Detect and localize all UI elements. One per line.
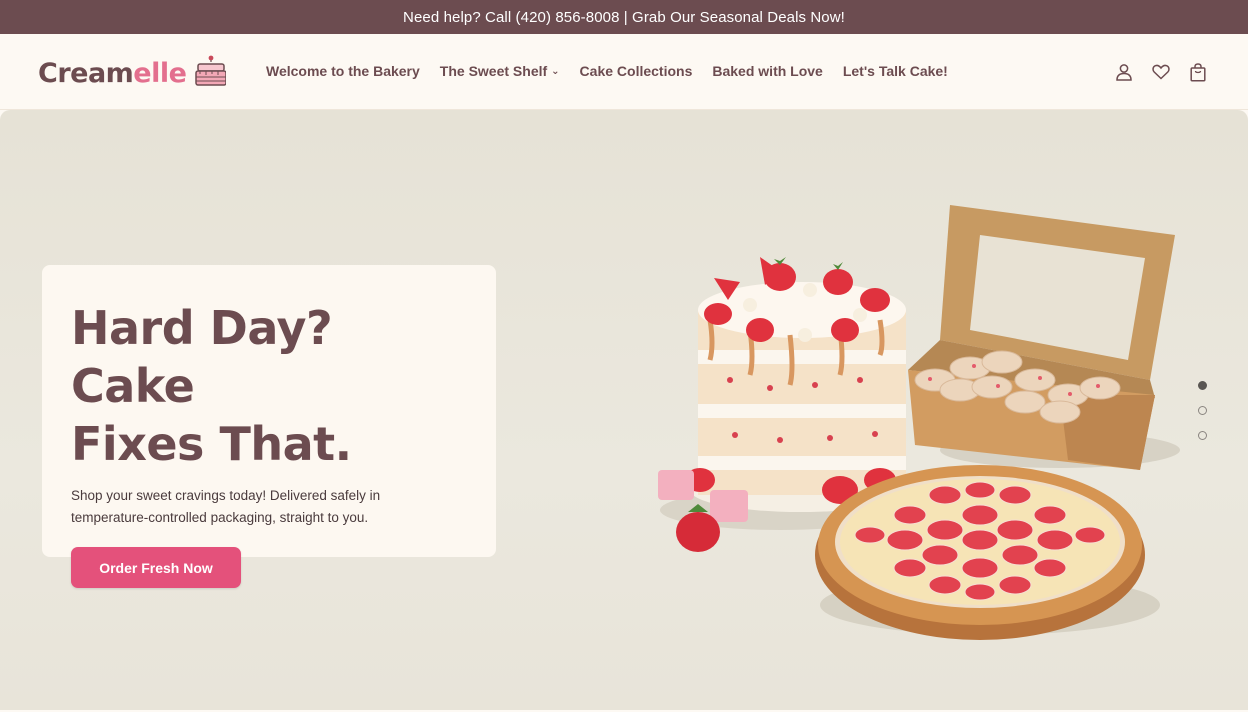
nav-item-welcome[interactable]: Welcome to the Bakery bbox=[266, 63, 420, 79]
cart-bag-icon[interactable] bbox=[1188, 62, 1208, 82]
announcement-bar: Need help? Call (420) 856-8008 | Grab Ou… bbox=[0, 0, 1248, 34]
order-fresh-now-button[interactable]: Order Fresh Now bbox=[71, 547, 241, 588]
slide-dot-2[interactable] bbox=[1198, 406, 1207, 415]
nav-item-sweet-shelf[interactable]: The Sweet Shelf ⌄ bbox=[440, 63, 560, 79]
announcement-text: Need help? Call (420) 856-8008 | Grab Ou… bbox=[403, 8, 845, 26]
slide-dot-3[interactable] bbox=[1198, 431, 1207, 440]
hero-banner: Hard Day? Cake Fixes That. Shop your swe… bbox=[0, 110, 1248, 710]
hero-subtext: Shop your sweet cravings today! Delivere… bbox=[71, 488, 381, 525]
site-header: Creamelle Welcome to the Bakery The Swee… bbox=[0, 34, 1248, 110]
nav-item-baked-with-love[interactable]: Baked with Love bbox=[712, 63, 822, 79]
chevron-down-icon: ⌄ bbox=[551, 65, 560, 77]
wishlist-heart-icon[interactable] bbox=[1151, 62, 1171, 82]
hero-card: Hard Day? Cake Fixes That. Shop your swe… bbox=[42, 265, 496, 588]
hero-image bbox=[640, 190, 1180, 660]
header-icons bbox=[1114, 62, 1208, 82]
hero-headline: Hard Day? Cake Fixes That. bbox=[71, 301, 352, 471]
logo[interactable]: Creamelle bbox=[38, 54, 228, 93]
slide-pagination bbox=[1198, 381, 1207, 440]
slide-dot-1[interactable] bbox=[1198, 381, 1207, 390]
account-icon[interactable] bbox=[1114, 62, 1134, 82]
main-nav: Welcome to the Bakery The Sweet Shelf ⌄ C… bbox=[266, 63, 948, 79]
cake-icon bbox=[192, 54, 228, 93]
nav-item-cake-collections[interactable]: Cake Collections bbox=[580, 63, 693, 79]
nav-item-lets-talk-cake[interactable]: Let's Talk Cake! bbox=[843, 63, 948, 79]
logo-wordmark: Creamelle bbox=[38, 58, 187, 89]
